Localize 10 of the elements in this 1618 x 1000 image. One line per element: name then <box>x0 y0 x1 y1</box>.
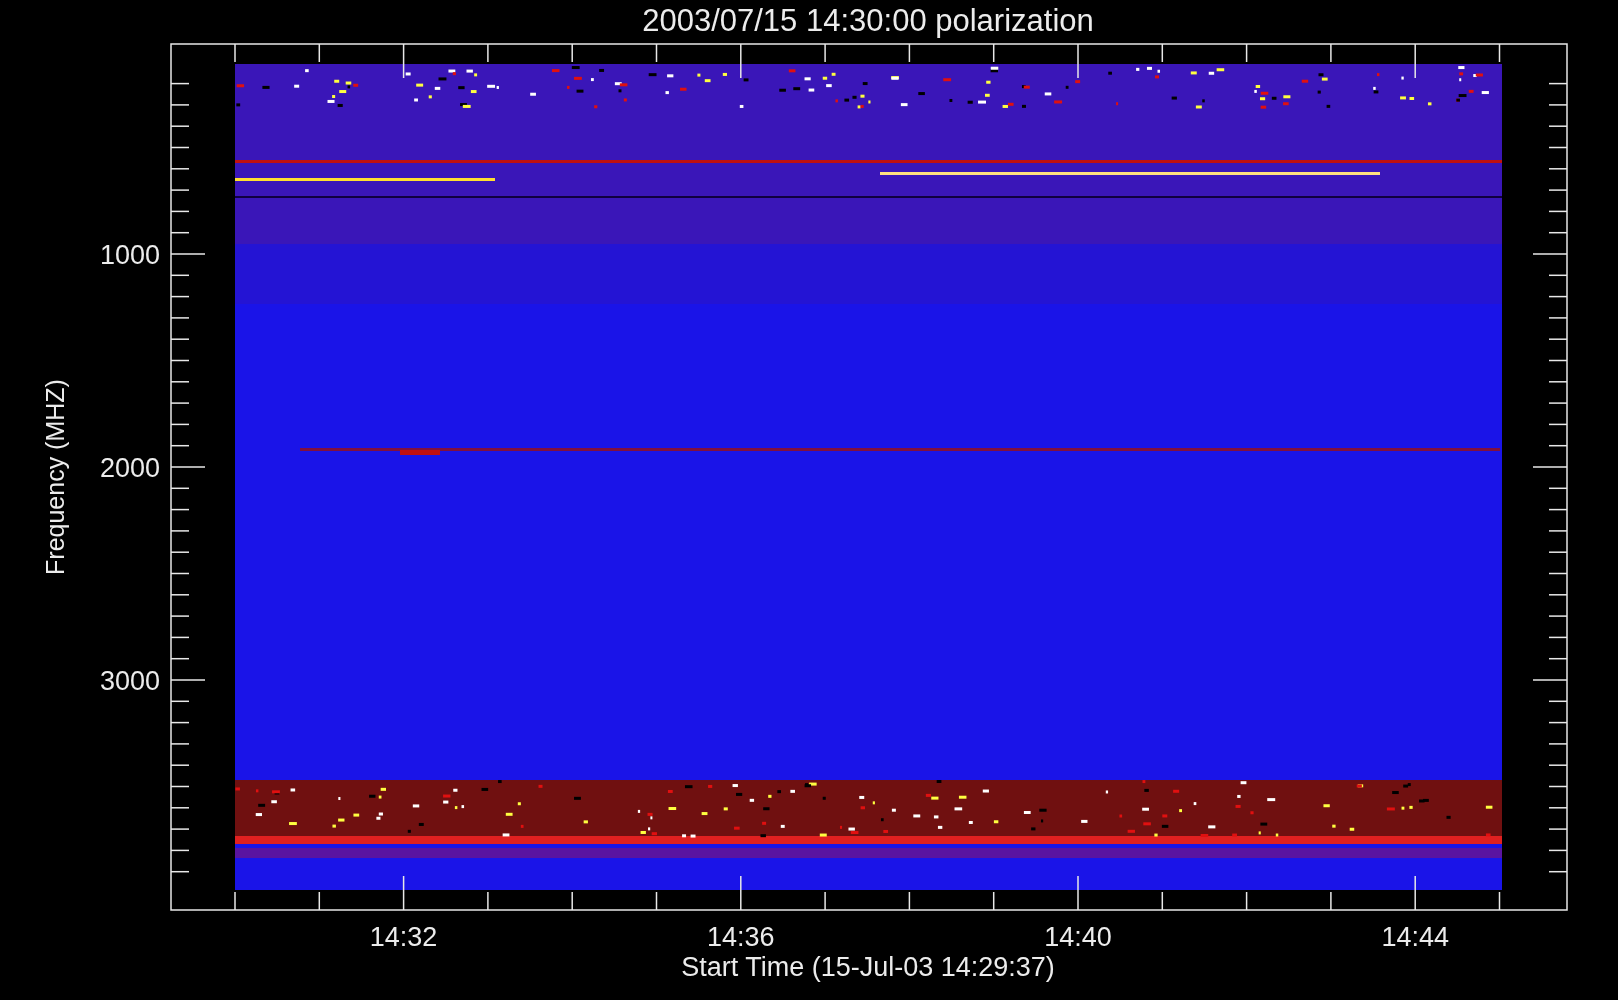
x-tick-label: 14:32 <box>369 922 438 952</box>
x-tick-label: 14:36 <box>707 922 775 952</box>
chart-title: 2003/07/15 14:30:00 polarization <box>642 3 1094 38</box>
x-tick-label: 14:40 <box>1044 922 1112 952</box>
x-tick-label: 14:44 <box>1381 922 1449 952</box>
y-tick-label: 2000 <box>99 453 160 483</box>
y-tick-label: 3000 <box>99 666 160 696</box>
x-axis-label: Start Time (15-Jul-03 14:29:37) <box>681 952 1055 982</box>
y-axis-label: Frequency (MHZ) <box>41 379 69 575</box>
y-tick-label: 1000 <box>99 240 160 270</box>
